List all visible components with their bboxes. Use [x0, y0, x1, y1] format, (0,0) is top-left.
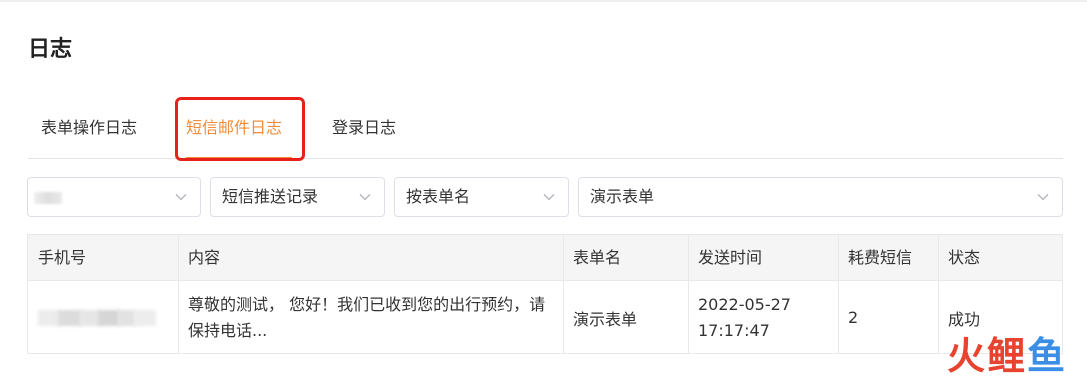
cell-form-name: 演示表单 — [573, 309, 638, 329]
cell-sms-used: 2 — [848, 308, 859, 327]
table-header: 手机号 内容 表单名 发送时间 耗费短信 状态 — [28, 235, 1062, 281]
chevron-down-icon — [1037, 194, 1049, 201]
page-title: 日志 — [28, 37, 73, 62]
chevron-down-icon — [359, 194, 371, 201]
blurred-value — [34, 192, 62, 204]
tab-login-log[interactable]: 登录日志 — [332, 100, 396, 158]
form-name-select[interactable]: 演示表单 — [578, 177, 1063, 217]
cell-content: 尊敬的测试， 您好！我们已收到您的出行预约，请保持电话... — [188, 294, 546, 340]
column-header-sms-used: 耗费短信 — [848, 248, 913, 267]
form-name-value: 演示表单 — [590, 187, 655, 206]
column-header-send-time: 发送时间 — [698, 248, 763, 267]
watermark-glyph: 鲤 — [986, 334, 1025, 378]
column-divider — [178, 235, 179, 353]
log-tabs: 表单操作日志 短信邮件日志 登录日志 — [28, 100, 1063, 159]
column-divider — [838, 235, 839, 353]
send-time: 17:17:47 — [698, 320, 770, 340]
chevron-down-icon — [543, 194, 555, 201]
column-header-status: 状态 — [948, 248, 981, 267]
account-select[interactable] — [27, 177, 201, 217]
filter-by-value: 按表单名 — [406, 187, 471, 206]
chevron-down-icon — [175, 194, 187, 201]
filter-by-select[interactable]: 按表单名 — [394, 177, 569, 217]
record-type-value: 短信推送记录 — [222, 187, 319, 206]
watermark-logo: 火 鲤 鱼 — [947, 336, 1065, 376]
tab-sms-email-log[interactable]: 短信邮件日志 — [186, 100, 282, 158]
column-divider — [563, 235, 564, 353]
column-header-content: 内容 — [188, 248, 221, 267]
log-table: 手机号 内容 表单名 发送时间 耗费短信 状态 尊敬的测试， 您好！我们已收到您… — [27, 234, 1063, 354]
column-header-phone: 手机号 — [38, 248, 87, 267]
cell-phone — [28, 281, 178, 354]
column-divider — [688, 235, 689, 353]
tab-form-operation-log[interactable]: 表单操作日志 — [41, 100, 137, 158]
table-row[interactable]: 尊敬的测试， 您好！我们已收到您的出行预约，请保持电话... 演示表单 2022… — [28, 281, 1062, 354]
top-divider — [0, 0, 1087, 2]
record-type-select[interactable]: 短信推送记录 — [210, 177, 385, 217]
send-date: 2022-05-27 — [698, 294, 791, 314]
active-tab-indicator — [186, 157, 292, 159]
column-header-form-name: 表单名 — [573, 248, 622, 267]
cell-send-time: 2022-05-27 17:17:47 — [688, 281, 838, 354]
watermark-glyph: 鱼 — [1026, 334, 1065, 378]
column-divider — [938, 235, 939, 353]
blurred-phone-number — [38, 309, 156, 326]
watermark-glyph: 火 — [946, 334, 985, 378]
